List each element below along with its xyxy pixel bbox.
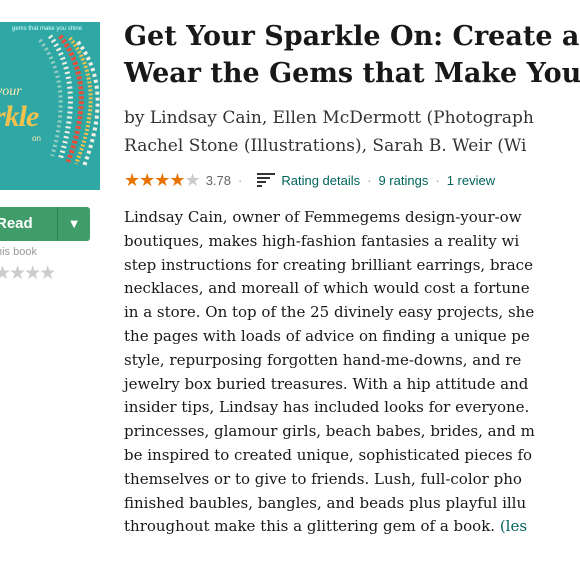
want-to-read-button[interactable]: Read ▼ bbox=[0, 207, 90, 241]
description-line: step instructions for creating brilliant… bbox=[124, 255, 533, 274]
cover-word-on: on bbox=[32, 134, 41, 143]
byline-line-2[interactable]: Rachel Stone (Illustrations), Sarah B. W… bbox=[124, 132, 534, 160]
rate-stars-input[interactable]: ★★★★ bbox=[0, 262, 56, 284]
description-line: insider tips, Lindsay has included looks… bbox=[124, 398, 530, 417]
ratings-count-link[interactable]: 9 ratings bbox=[378, 173, 428, 188]
less-link[interactable]: (les bbox=[500, 517, 527, 535]
description-line: throughout make this a glittering gem of… bbox=[124, 517, 496, 536]
separator: · bbox=[435, 172, 440, 188]
author-byline[interactable]: by Lindsay Cain, Ellen McDermott (Photog… bbox=[124, 104, 534, 160]
description-last-line: throughout make this a glittering gem of… bbox=[124, 515, 580, 539]
byline-line-1[interactable]: by Lindsay Cain, Ellen McDermott (Photog… bbox=[124, 104, 534, 132]
bar-chart-icon bbox=[257, 173, 276, 187]
description-line: finished baubles, bangles, and beads plu… bbox=[124, 493, 527, 512]
read-button-label[interactable]: Read bbox=[0, 207, 57, 241]
description-line: jewelry box buried treasures. With a hip… bbox=[124, 374, 529, 393]
description-line: necklaces, and moreall of which would co… bbox=[124, 279, 530, 298]
cover-word-sparkle: rkle bbox=[0, 100, 39, 133]
description-line: style, repurposing forgotten hand-me-dow… bbox=[124, 350, 522, 369]
description-line: in a store. On top of the 25 divinely ea… bbox=[124, 303, 535, 322]
book-title: Get Your Sparkle On: Create an Wear the … bbox=[124, 18, 580, 92]
book-description: Lindsay Cain, owner of Femmegems design-… bbox=[124, 206, 580, 539]
average-rating-stars: ★★★★★ bbox=[124, 169, 201, 191]
rating-meta-row: ★★★★★ 3.78 · Rating details · 9 ratings … bbox=[124, 169, 495, 191]
description-line: princesses, glamour girls, beach babes, … bbox=[124, 422, 535, 441]
cover-word-your: your bbox=[0, 84, 22, 99]
description-line: be inspired to created unique, sophistic… bbox=[124, 445, 533, 464]
shelf-dropdown-button[interactable]: ▼ bbox=[57, 207, 90, 241]
separator: · bbox=[238, 172, 243, 188]
filled-stars: ★★★★ bbox=[124, 169, 186, 191]
description-line: themselves or to give to friends. Lush, … bbox=[124, 469, 522, 488]
reviews-count-link[interactable]: 1 review bbox=[447, 173, 495, 188]
book-title-line-2: Wear the Gems that Make You bbox=[124, 58, 580, 89]
description-line: boutiques, makes high-fashion fantasies … bbox=[124, 231, 520, 250]
rate-this-book-label: his book bbox=[0, 246, 37, 258]
cover-tagline: gems that make you shine bbox=[12, 26, 83, 32]
book-title-line-1: Get Your Sparkle On: Create an bbox=[124, 21, 580, 52]
description-line: Lindsay Cain, owner of Femmegems design-… bbox=[124, 208, 522, 226]
book-cover[interactable]: gems that make you shine your rkle on bbox=[0, 22, 100, 190]
empty-star: ★ bbox=[184, 169, 201, 191]
separator: · bbox=[367, 172, 372, 188]
caret-down-icon: ▼ bbox=[70, 218, 78, 230]
rating-details-link[interactable]: Rating details bbox=[281, 173, 360, 188]
average-rating-value: 3.78 bbox=[205, 172, 231, 188]
description-line: the pages with loads of advice on findin… bbox=[124, 326, 530, 345]
